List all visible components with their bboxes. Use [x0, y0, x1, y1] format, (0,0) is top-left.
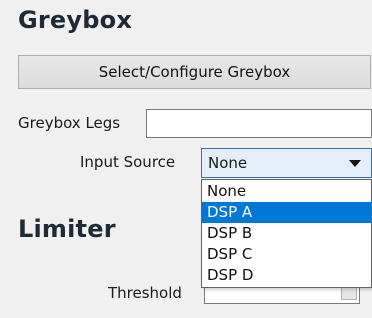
dropdown-option-dsp-c[interactable]: DSP C — [202, 244, 371, 265]
dropdown-option-dsp-d[interactable]: DSP D — [202, 265, 371, 286]
greybox-legs-label: Greybox Legs — [18, 114, 121, 132]
greybox-section-title: Greybox — [18, 6, 133, 34]
input-source-current-value: None — [208, 154, 248, 172]
select-configure-greybox-button[interactable]: Select/Configure Greybox — [18, 55, 371, 89]
dropdown-option-none[interactable]: None — [202, 181, 371, 202]
threshold-label: Threshold — [108, 284, 182, 302]
input-source-label: Input Source — [80, 153, 176, 171]
greybox-legs-input[interactable] — [146, 109, 372, 138]
triangle-down-icon[interactable] — [349, 160, 361, 167]
spin-arrows-icon[interactable] — [341, 286, 357, 300]
dropdown-option-dsp-a[interactable]: DSP A — [202, 202, 371, 223]
input-source-select[interactable]: None — [201, 148, 372, 178]
input-source-dropdown-list: None DSP A DSP B DSP C DSP D — [201, 179, 372, 288]
dropdown-option-dsp-b[interactable]: DSP B — [202, 223, 371, 244]
limiter-section-title: Limiter — [18, 215, 116, 243]
